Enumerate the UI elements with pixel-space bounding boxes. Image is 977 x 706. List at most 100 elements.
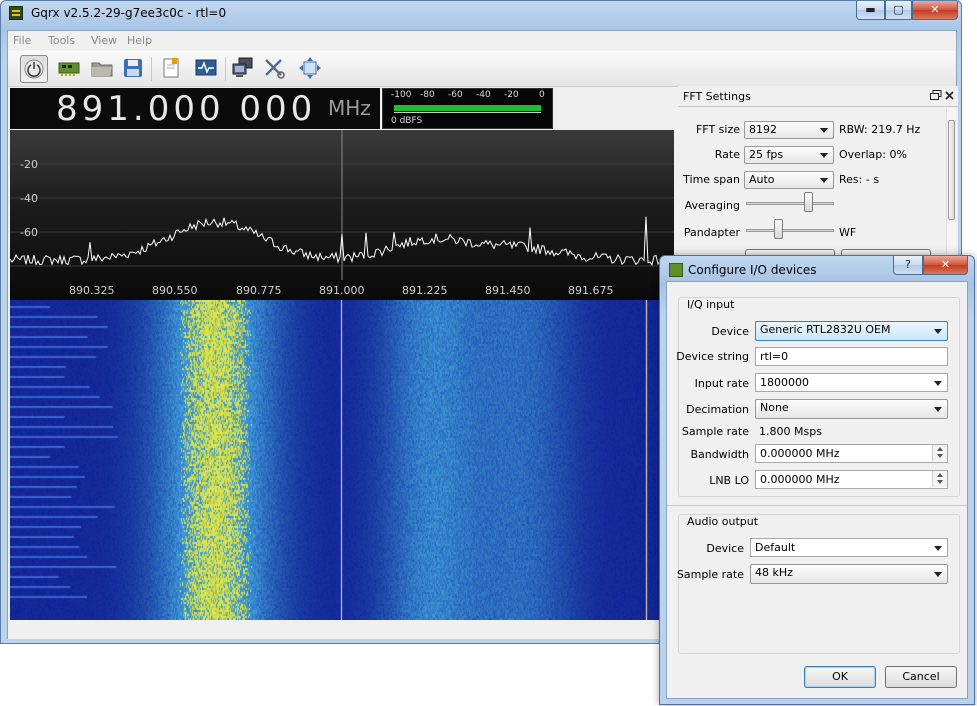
pandapter-label: Pandapter [683, 226, 740, 239]
power-toggle-button[interactable] [20, 55, 48, 83]
close-button[interactable]: ✕ [912, 1, 958, 20]
chevron-down-icon [934, 407, 942, 412]
pandapter-slider-track[interactable] [746, 229, 834, 232]
dock-scrollbar[interactable] [946, 108, 956, 259]
bookmark-button[interactable] [158, 55, 186, 83]
audio-device-select[interactable]: Default [750, 538, 948, 557]
maximize-button[interactable]: ▢ [885, 1, 912, 20]
pandapter-slider-handle[interactable] [774, 219, 783, 239]
signal-meter: -100 -80 -60 -40 -20 0 0 dBFS [382, 88, 553, 129]
fft-settings-dock: FFT Settings FFT size 8192 RBW: 219.7 Hz… [678, 86, 958, 263]
chevron-down-icon [820, 153, 828, 158]
io-devices-button[interactable] [56, 55, 84, 83]
audio-sample-rate-select[interactable]: 48 kHz [750, 564, 948, 584]
sample-rate-value: 1.800 Msps [759, 425, 822, 438]
lnb-lo-value: 0.000000 MHz [760, 473, 840, 486]
averaging-label: Averaging [684, 199, 740, 212]
resolution-readout: Res: - s [839, 173, 880, 186]
audio-device-value: Default [755, 541, 796, 554]
chevron-down-icon [934, 329, 942, 334]
rate-value: 25 fps [749, 148, 784, 161]
decimation-select[interactable]: None [755, 399, 948, 419]
waveform-monitor-icon [195, 59, 217, 76]
chevron-down-icon [820, 128, 828, 133]
audio-group-title: Audio output [685, 515, 761, 528]
meter-tick: -80 [420, 90, 435, 100]
y-tick-label: -40 [20, 192, 38, 205]
audio-sample-rate-label: Sample rate [676, 568, 744, 581]
configure-io-dialog: Configure I/O devices ? ✕ I/Q input Devi… [659, 255, 975, 705]
device-select[interactable]: Generic RTL2832U OEM [755, 321, 948, 341]
overlap-readout: Overlap: 0% [839, 148, 907, 161]
dock-close-icon[interactable] [944, 90, 955, 101]
x-tick-label: 891.450 [485, 284, 531, 297]
waterfall-display[interactable] [10, 300, 674, 620]
spin-down-icon[interactable] [932, 479, 947, 487]
x-tick-label: 891.225 [402, 284, 448, 297]
meter-tick: -40 [476, 90, 491, 100]
open-file-button[interactable] [89, 55, 117, 83]
bandwidth-spinbox[interactable]: 0.000000 MHz [755, 444, 948, 463]
chevron-down-icon [934, 381, 942, 386]
spectrum-plot[interactable]: -20 -40 -60 890.325 890.550 890.775 891.… [9, 130, 675, 300]
fft-size-label: FFT size [695, 123, 740, 136]
fullscreen-button[interactable] [297, 55, 325, 83]
meter-readout: 0 dBFS [391, 116, 423, 126]
fft-size-select[interactable]: 8192 [744, 121, 834, 139]
x-tick-label: 891.000 [319, 284, 365, 297]
wf-label: WF [839, 226, 857, 239]
scrollbar-thumb[interactable] [948, 120, 955, 220]
frequency-display[interactable]: 891.000 000 MHz [10, 88, 380, 129]
menu-help[interactable]: Help [127, 34, 152, 47]
input-rate-value: 1800000 [760, 376, 809, 389]
minimize-button[interactable]: ▬ [856, 1, 885, 20]
meter-tick: -100 [391, 90, 412, 100]
rate-label: Rate [714, 148, 740, 161]
spin-up-icon[interactable] [932, 471, 947, 479]
floppy-disk-icon [124, 59, 142, 77]
frequency-value[interactable]: 891.000 000 [56, 89, 316, 129]
averaging-slider-handle[interactable] [803, 192, 813, 212]
meter-tick: -20 [504, 90, 519, 100]
hardware-card-icon [58, 62, 80, 76]
x-tick-label: 890.325 [69, 284, 115, 297]
menu-view[interactable]: View [91, 34, 117, 47]
spin-down-icon[interactable] [932, 453, 947, 461]
averaging-slider-track[interactable] [746, 202, 834, 205]
remote-control-button[interactable] [230, 55, 258, 83]
chevron-down-icon [934, 572, 942, 577]
window-title: Gqrx v2.5.2-29-g7ee3c0c - rtl=0 [31, 6, 227, 20]
timespan-value: Auto [749, 173, 775, 186]
dialog-help-button[interactable]: ? [893, 256, 923, 275]
bandwidth-label: Bandwidth [690, 448, 749, 461]
lnb-lo-label: LNB LO [709, 474, 749, 487]
dialog-close-button[interactable]: ✕ [923, 256, 968, 275]
save-button[interactable] [120, 55, 148, 83]
device-string-label: Device string [676, 350, 749, 363]
spin-up-icon[interactable] [932, 445, 947, 453]
ok-button[interactable]: OK [804, 666, 876, 688]
audio-sample-rate-value: 48 kHz [755, 566, 793, 579]
fft-dock-title: FFT Settings [683, 90, 751, 103]
x-tick-label: 890.775 [236, 284, 282, 297]
toolbar-separator [151, 57, 152, 81]
tools-button[interactable] [261, 55, 289, 83]
title-bar[interactable]: Gqrx v2.5.2-29-g7ee3c0c - rtl=0 ▬ ▢ ✕ [1, 1, 961, 25]
meter-level-bar [394, 105, 541, 111]
device-string-input[interactable]: rtl=0 [755, 347, 948, 366]
dialog-divider [667, 505, 967, 506]
lnb-lo-spinbox[interactable]: 0.000000 MHz [755, 470, 948, 489]
dialog-client-area: I/Q input Device Generic RTL2832U OEM De… [666, 281, 968, 699]
document-bookmark-icon [163, 58, 179, 78]
input-rate-select[interactable]: 1800000 [755, 373, 948, 392]
rate-select[interactable]: 25 fps [744, 146, 834, 164]
menu-file[interactable]: File [13, 34, 31, 47]
cancel-button[interactable]: Cancel [885, 666, 957, 688]
menu-tools[interactable]: Tools [48, 34, 75, 47]
dsp-settings-button[interactable] [193, 55, 221, 83]
toolbar-separator [225, 57, 226, 81]
undock-icon[interactable] [930, 90, 942, 101]
audio-output-group [678, 514, 960, 654]
timespan-select[interactable]: Auto [744, 171, 834, 189]
dock-divider [678, 106, 958, 107]
